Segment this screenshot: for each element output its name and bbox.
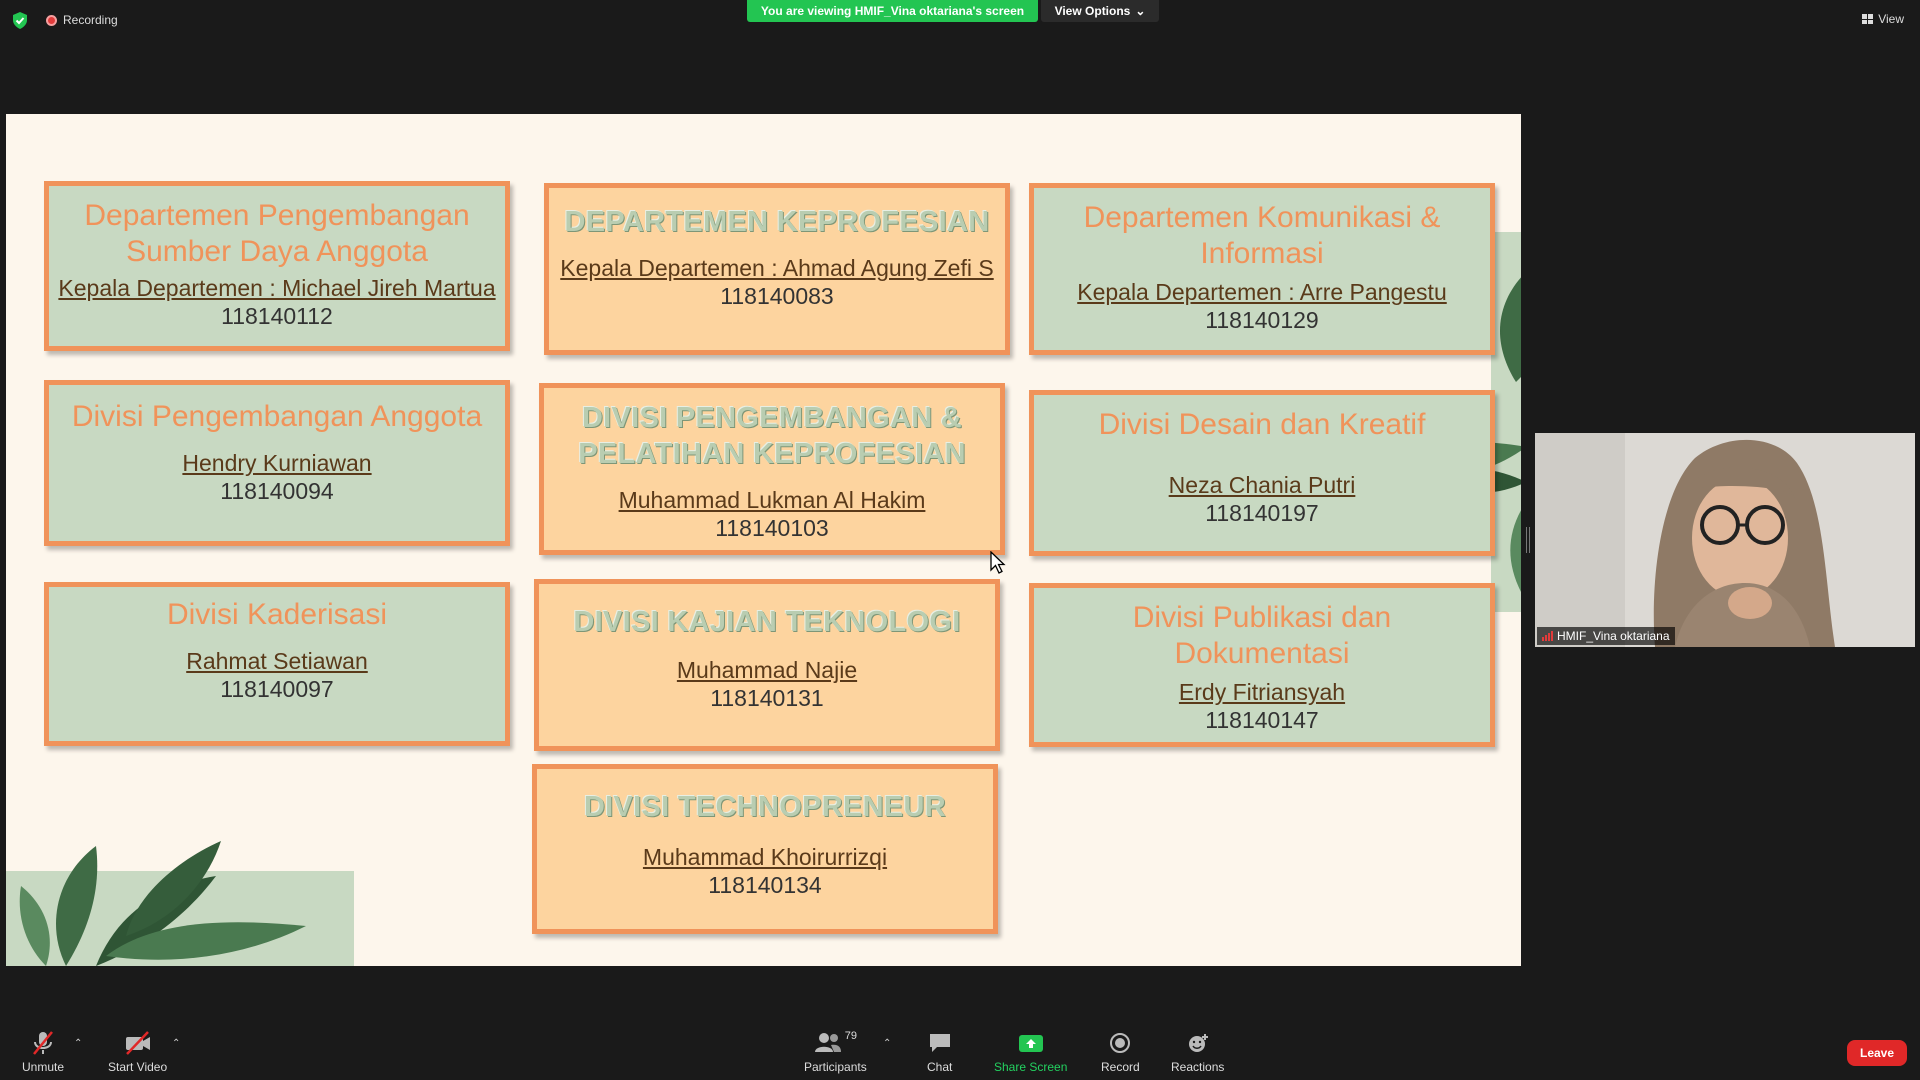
- share-screen-label: Share Screen: [994, 1060, 1068, 1074]
- card-title: DIVISI KAJIAN TEKNOLOGI: [573, 606, 961, 638]
- start-video-button[interactable]: Start Video: [108, 1030, 167, 1074]
- participants-icon: [814, 1033, 841, 1052]
- card-student-id: 118140197: [1205, 500, 1319, 526]
- view-button[interactable]: View: [1862, 12, 1904, 26]
- security-shield-icon[interactable]: [12, 12, 28, 29]
- view-label: View: [1878, 12, 1904, 26]
- card-student-id: 118140147: [1205, 707, 1319, 733]
- leaf-decoration-image: [6, 841, 354, 966]
- mouse-cursor-icon: [990, 551, 1006, 574]
- participant-name: HMIF_Vina oktariana: [1557, 629, 1670, 643]
- division-card: Divisi Pengembangan Anggota Hendry Kurni…: [44, 380, 510, 546]
- start-video-label: Start Video: [108, 1060, 168, 1074]
- card-title: Divisi Desain dan Kreatif: [1098, 408, 1426, 441]
- card-student-id: 118140097: [220, 676, 334, 702]
- participants-caret-icon[interactable]: ⌃: [883, 1038, 891, 1049]
- leave-meeting-button[interactable]: Leave: [1847, 1040, 1907, 1066]
- participant-video-tile[interactable]: HMIF_Vina oktariana: [1535, 433, 1915, 647]
- division-card: Divisi Publikasi dan Dokumentasi Erdy Fi…: [1029, 583, 1495, 747]
- card-student-id: 118140094: [220, 478, 334, 504]
- meeting-toolbar: Unmute ⌃ Start Video ⌃ 79 Participants ⌃…: [0, 1020, 1920, 1080]
- card-student-id: 118140112: [221, 303, 333, 329]
- recording-dot-icon: [46, 14, 57, 26]
- card-head-name: Rahmat Setiawan: [186, 648, 368, 674]
- department-card: Departemen Komunikasi & Informasi Kepala…: [1029, 183, 1495, 355]
- shared-screen-slide: Departemen Pengembangan Sumber Daya Angg…: [6, 114, 1521, 966]
- division-card: DIVISI TECHNOPRENEUR Muhammad Khoirurriz…: [532, 764, 998, 934]
- card-head-name: Muhammad Najie: [676, 657, 858, 683]
- card-head-name: Muhammad Khoirurrizqi: [642, 844, 888, 870]
- card-head-name: Erdy Fitriansyah: [1178, 679, 1346, 705]
- card-title: Divisi Kaderisasi: [166, 598, 388, 631]
- card-title: Divisi Pengembangan Anggota: [71, 400, 483, 433]
- participants-button[interactable]: 79 Participants: [804, 1030, 867, 1074]
- meeting-top-bar: Recording You are viewing HMIF_Vina okta…: [0, 0, 1920, 40]
- reactions-label: Reactions: [1171, 1060, 1225, 1074]
- participants-count: 79: [844, 1030, 857, 1042]
- card-head-name: Hendry Kurniawan: [182, 450, 372, 476]
- video-off-icon: [124, 1030, 152, 1056]
- grid-view-icon: [1862, 14, 1874, 24]
- participants-label: Participants: [804, 1060, 867, 1074]
- share-screen-icon: [1018, 1030, 1044, 1056]
- panel-resize-handle[interactable]: [1526, 527, 1530, 553]
- chevron-down-icon: ⌄: [1135, 4, 1146, 18]
- card-head-name: Neza Chania Putri: [1168, 472, 1356, 498]
- card-head-name: Kepala Departemen : Ahmad Agung Zefi S: [560, 255, 994, 281]
- viewing-screen-banner: You are viewing HMIF_Vina oktariana's sc…: [747, 0, 1038, 22]
- department-card: Departemen Pengembangan Sumber Daya Angg…: [44, 181, 510, 351]
- card-head-name: Muhammad Lukman Al Hakim: [618, 487, 926, 513]
- reactions-icon: [1186, 1030, 1210, 1056]
- unmute-button[interactable]: Unmute: [22, 1030, 64, 1074]
- card-title: DIVISI PENGEMBANGAN & PELATIHAN KEPROFES…: [578, 402, 966, 470]
- card-title: Departemen Komunikasi & Informasi: [1083, 201, 1441, 270]
- participant-video-image: [1535, 433, 1915, 647]
- record-icon: [1109, 1030, 1131, 1056]
- card-head-name: Kepala Departemen : Arre Pangestu: [1077, 279, 1447, 305]
- view-options-label: View Options: [1054, 4, 1131, 18]
- card-student-id: 118140083: [720, 283, 834, 309]
- chat-label: Chat: [927, 1060, 953, 1074]
- participant-name-tag: HMIF_Vina oktariana: [1537, 627, 1675, 645]
- reactions-button[interactable]: Reactions: [1171, 1030, 1224, 1074]
- chat-button[interactable]: Chat: [927, 1030, 952, 1074]
- card-student-id: 118140103: [715, 515, 829, 541]
- division-card: DIVISI KAJIAN TEKNOLOGI Muhammad Najie 1…: [534, 579, 1000, 751]
- division-card: Divisi Desain dan Kreatif Neza Chania Pu…: [1029, 390, 1495, 556]
- division-card: Divisi Kaderisasi Rahmat Setiawan 118140…: [44, 582, 510, 746]
- audio-options-caret-icon[interactable]: ⌃: [74, 1038, 82, 1049]
- card-title: DIVISI TECHNOPRENEUR: [583, 791, 947, 823]
- view-options-button[interactable]: View Options ⌄: [1041, 0, 1159, 22]
- share-screen-button[interactable]: Share Screen: [994, 1030, 1067, 1074]
- signal-strength-icon: [1542, 631, 1553, 641]
- video-options-caret-icon[interactable]: ⌃: [172, 1038, 180, 1049]
- recording-label: Recording: [63, 13, 118, 27]
- microphone-muted-icon: [31, 1030, 55, 1056]
- card-title: Departemen Pengembangan Sumber Daya Angg…: [84, 199, 470, 268]
- participants-icon-group: 79: [814, 1030, 857, 1056]
- card-student-id: 118140134: [708, 872, 822, 898]
- unmute-label: Unmute: [22, 1060, 65, 1074]
- card-title: DEPARTEMEN KEPROFESIAN: [564, 206, 990, 238]
- card-student-id: 118140129: [1205, 307, 1319, 333]
- record-label: Record: [1101, 1060, 1140, 1074]
- recording-indicator[interactable]: Recording: [46, 13, 118, 27]
- department-card: DEPARTEMEN KEPROFESIAN Kepala Departemen…: [544, 183, 1010, 355]
- record-button[interactable]: Record: [1101, 1030, 1140, 1074]
- card-head-name: Kepala Departemen : Michael Jireh Martua: [58, 275, 496, 301]
- division-card: DIVISI PENGEMBANGAN & PELATIHAN KEPROFES…: [539, 383, 1005, 555]
- chat-icon: [928, 1030, 952, 1056]
- card-student-id: 118140131: [710, 685, 824, 711]
- card-title: Divisi Publikasi dan Dokumentasi: [1132, 601, 1392, 670]
